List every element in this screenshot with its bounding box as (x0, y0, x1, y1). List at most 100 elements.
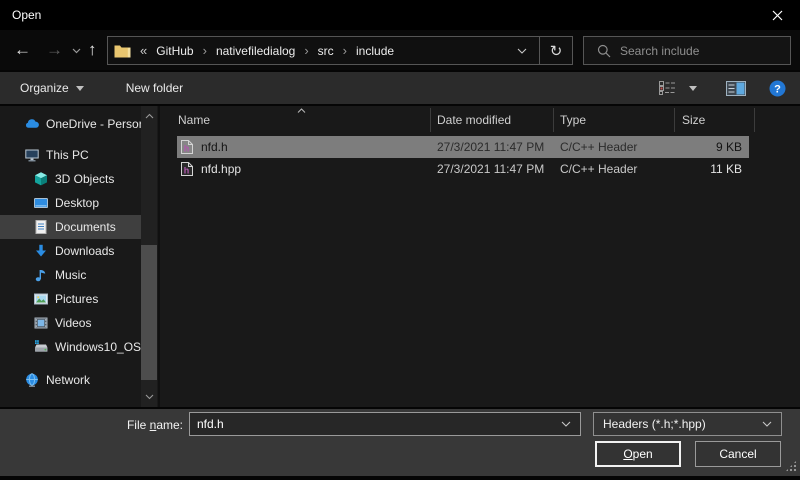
search-icon (597, 44, 611, 58)
column-header-name[interactable]: Name (178, 113, 210, 127)
file-type-dropdown-chevron-icon[interactable] (762, 421, 772, 427)
sidebar-item-videos[interactable]: Videos (0, 311, 141, 335)
close-button[interactable] (754, 0, 800, 30)
desktop-icon (33, 195, 49, 211)
dropdown-arrow-icon (76, 86, 84, 91)
column-header-type[interactable]: Type (560, 113, 586, 127)
file-name-dropdown-chevron-icon[interactable] (561, 421, 571, 427)
file-date-modified: 27/3/2021 11:47 PM (437, 162, 544, 176)
picture-icon (33, 291, 49, 307)
preview-pane-button[interactable] (726, 81, 746, 96)
resize-grip-icon[interactable] (785, 460, 797, 472)
cube-icon (33, 171, 49, 187)
file-row[interactable]: h nfd.hpp 27/3/2021 11:47 PM C/C++ Heade… (177, 158, 749, 180)
scroll-down-arrow-icon[interactable] (141, 389, 157, 405)
hard-drive-icon (33, 339, 49, 355)
search-box[interactable]: Search include (583, 36, 791, 65)
title-bar: Open (0, 0, 800, 30)
scrollbar-thumb[interactable] (141, 245, 157, 380)
file-name: nfd.h (201, 140, 228, 154)
folder-icon (114, 44, 131, 58)
file-type-dropdown[interactable]: Headers (*.h;*.hpp) (593, 412, 782, 436)
breadcrumb-overflow[interactable]: « (140, 43, 147, 58)
file-size: 11 KB (710, 162, 742, 176)
breadcrumb-item-src[interactable]: src (318, 44, 334, 58)
file-name-value: nfd.h (197, 417, 224, 431)
breadcrumb: « GitHub › nativefiledialog › src › incl… (140, 43, 394, 58)
download-arrow-icon (33, 243, 49, 259)
file-name-input[interactable]: nfd.h (189, 412, 581, 436)
help-button[interactable]: ? (769, 80, 786, 97)
file-type-value: Headers (*.h;*.hpp) (603, 417, 706, 431)
sidebar-item-3d-objects[interactable]: 3D Objects (0, 167, 141, 191)
views-dropdown-chevron[interactable] (689, 86, 697, 91)
network-globe-icon (24, 372, 40, 388)
column-divider[interactable] (430, 108, 431, 132)
open-dialog-window: Open ← → ↑ « GitHub › nativef (0, 0, 800, 480)
file-name: nfd.hpp (201, 162, 241, 176)
sidebar-item-this-pc[interactable]: This PC (0, 143, 141, 167)
breadcrumb-separator: › (343, 43, 347, 58)
file-type: C/C++ Header (560, 162, 637, 176)
sidebar-item-downloads[interactable]: Downloads (0, 239, 141, 263)
search-input[interactable]: Search include (620, 44, 699, 58)
refresh-button[interactable]: ↻ (540, 42, 572, 60)
scroll-up-arrow-icon[interactable] (141, 108, 157, 124)
sidebar-item-onedrive[interactable]: OneDrive - Persor (0, 112, 141, 136)
sidebar-item-desktop[interactable]: Desktop (0, 191, 141, 215)
organize-label: Organize (20, 81, 69, 95)
sidebar-scrollbar[interactable] (141, 106, 157, 407)
preview-pane-icon (726, 81, 746, 96)
sidebar-item-windows10-os[interactable]: Windows10_OS ( (0, 335, 141, 359)
sort-ascending-icon (297, 108, 306, 113)
column-header-date-modified[interactable]: Date modified (437, 113, 511, 127)
computer-icon (24, 147, 40, 163)
file-name-label: File name: (0, 418, 183, 432)
address-dropdown-chevron-icon[interactable] (505, 48, 539, 54)
dropdown-arrow-icon (689, 86, 697, 91)
file-date-modified: 27/3/2021 11:47 PM (437, 140, 544, 154)
organize-button[interactable]: Organize (10, 72, 94, 104)
breadcrumb-item-github[interactable]: GitHub (156, 44, 193, 58)
breadcrumb-separator: › (304, 43, 308, 58)
cancel-button[interactable]: Cancel (695, 441, 781, 467)
file-row[interactable]: h nfd.h 27/3/2021 11:47 PM C/C++ Header … (177, 136, 749, 158)
navigation-pane: OneDrive - Persor This PC (0, 106, 160, 407)
window-bottom-edge (0, 476, 800, 480)
sidebar-item-pictures[interactable]: Pictures (0, 287, 141, 311)
footer-bar: File name: nfd.h Headers (*.h;*.hpp) Ope… (0, 407, 800, 476)
film-icon (33, 315, 49, 331)
forward-button[interactable]: → (46, 40, 63, 60)
column-divider[interactable] (674, 108, 675, 132)
sidebar-item-documents[interactable]: Documents (0, 215, 141, 239)
window-title: Open (12, 8, 41, 22)
breadcrumb-item-include[interactable]: include (356, 44, 394, 58)
help-icon: ? (769, 80, 786, 97)
sidebar-item-music[interactable]: Music (0, 263, 141, 287)
content-area: OneDrive - Persor This PC (0, 104, 800, 407)
file-type: C/C++ Header (560, 140, 637, 154)
address-bar[interactable]: « GitHub › nativefiledialog › src › incl… (107, 36, 573, 65)
svg-text:h: h (184, 143, 190, 153)
close-icon (772, 10, 783, 21)
column-divider[interactable] (754, 108, 755, 132)
header-file-icon: h (180, 161, 194, 177)
back-button[interactable]: ← (14, 40, 31, 60)
column-divider[interactable] (553, 108, 554, 132)
views-button[interactable] (659, 81, 676, 95)
new-folder-label: New folder (126, 81, 183, 95)
open-button[interactable]: Open (595, 441, 681, 467)
svg-text:?: ? (774, 83, 781, 95)
column-headers: Name Date modified Type Size (160, 106, 800, 134)
onedrive-cloud-icon (24, 116, 40, 132)
new-folder-button[interactable]: New folder (116, 72, 193, 104)
column-header-size[interactable]: Size (682, 113, 705, 127)
breadcrumb-item-nativefiledialog[interactable]: nativefiledialog (216, 44, 295, 58)
sidebar-item-network[interactable]: Network (0, 368, 141, 392)
file-size: 9 KB (716, 140, 742, 154)
svg-text:h: h (184, 165, 190, 175)
header-file-icon: h (180, 139, 194, 155)
recent-locations-chevron-icon[interactable] (72, 48, 81, 54)
up-button[interactable]: ↑ (88, 40, 97, 60)
documents-icon (33, 219, 49, 235)
